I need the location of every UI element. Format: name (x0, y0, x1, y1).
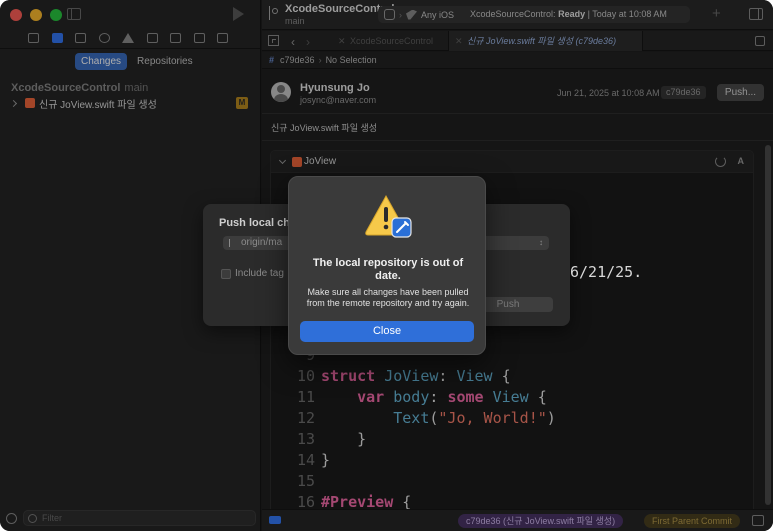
alert-dialog: The local repository is out of date. Mak… (288, 176, 486, 355)
code-date-fragment: 6/21/25. (570, 263, 643, 281)
xcode-window: Changes Repositories XcodeSourceControl m… (0, 0, 773, 531)
push-sheet-title: Push local cha (219, 217, 297, 229)
close-button[interactable]: Close (300, 321, 474, 342)
include-tags-checkbox[interactable] (221, 269, 231, 279)
include-tags-label: Include tag (235, 268, 284, 279)
alert-title: The local repository is out of date. (312, 257, 464, 282)
alert-message: Make sure all changes have been pulled f… (306, 287, 470, 308)
warning-icon (365, 194, 412, 238)
